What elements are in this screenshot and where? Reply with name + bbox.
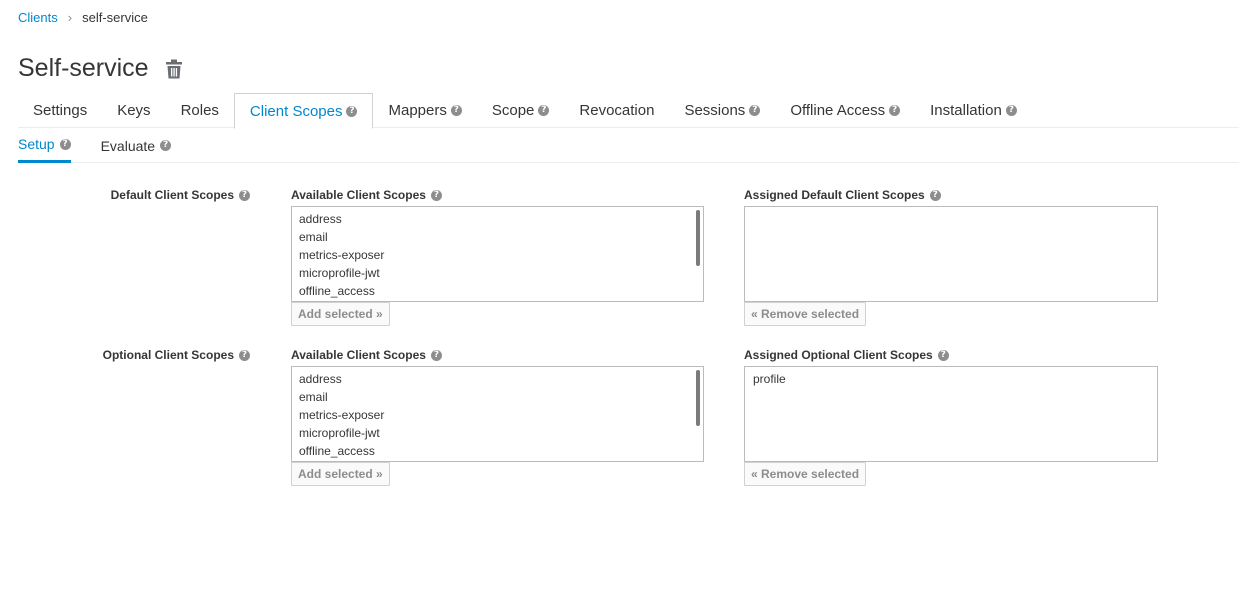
subtab-setup[interactable]: Setup ? [18,130,71,163]
tab-settings[interactable]: Settings [18,93,102,128]
tab-sessions[interactable]: Sessions ? [669,93,775,128]
tab-installation[interactable]: Installation ? [915,93,1032,128]
col-label-text: Available Client Scopes [291,188,426,202]
col-label-text: Available Client Scopes [291,348,426,362]
tab-label: Keys [117,102,151,119]
subtab-label: Evaluate [100,137,156,154]
button-label: « Remove selected [751,307,860,321]
help-icon: ? [749,105,761,116]
sub-tabs: Setup ? Evaluate ? [18,130,1239,163]
help-icon: ? [239,349,250,361]
tab-client-scopes[interactable]: Client Scopes ? [233,93,374,129]
assigned-default-label: Assigned Default Client Scopes ? [744,188,941,202]
tab-label: Client Scopes [249,102,343,120]
assigned-optional-listbox[interactable]: profile [744,366,1158,462]
col-label-text: Assigned Optional Client Scopes [744,348,933,362]
breadcrumb-clients-link[interactable]: Clients [18,10,58,25]
page: Clients › self-service Self-service Sett… [0,0,1239,614]
row-label-text: Optional Client Scopes [102,348,234,362]
breadcrumb-current: self-service [82,10,148,25]
button-label: Add selected » [298,307,383,321]
help-icon: ? [346,105,358,117]
list-option[interactable]: address [292,210,703,228]
tab-keys[interactable]: Keys [102,93,165,128]
list-option[interactable]: metrics-exposer [292,406,703,424]
help-icon: ? [160,140,172,151]
help-icon: ? [239,189,250,201]
help-icon: ? [929,189,941,201]
list-option[interactable]: microprofile-jwt [292,264,703,282]
list-option[interactable]: offline_access [292,442,703,460]
subtab-label: Setup [18,136,55,152]
assigned-optional-label: Assigned Optional Client Scopes ? [744,348,949,362]
help-icon: ? [538,105,550,116]
list-option[interactable]: metrics-exposer [292,246,703,264]
breadcrumb-separator: › [67,10,73,25]
help-icon: ? [450,105,462,116]
scrollbar[interactable] [696,210,700,266]
page-header: Self-service [18,54,183,83]
tab-label: Revocation [579,102,655,119]
help-icon: ? [430,349,442,361]
default-remove-selected-button[interactable]: « Remove selected [744,302,867,326]
tab-label: Installation [930,102,1002,119]
tab-roles[interactable]: Roles [166,93,234,128]
list-option[interactable]: offline_access [292,282,703,300]
optional-remove-selected-button[interactable]: « Remove selected [744,462,867,486]
tab-scope[interactable]: Scope ? [477,93,565,128]
optional-available-listbox[interactable]: address email metrics-exposer microprofi… [291,366,704,462]
tab-mappers[interactable]: Mappers ? [373,93,476,128]
list-option[interactable]: email [292,228,703,246]
col-label-text: Assigned Default Client Scopes [744,188,925,202]
default-client-scopes-label: Default Client Scopes ? [10,188,250,202]
page-title: Self-service [18,54,149,82]
tab-revocation[interactable]: Revocation [564,93,669,128]
list-option[interactable]: microprofile-jwt [292,424,703,442]
subtab-evaluate[interactable]: Evaluate ? [100,130,172,163]
tab-label: Sessions [684,102,746,119]
breadcrumb: Clients › self-service [18,10,148,25]
tab-label: Scope [491,102,535,119]
help-icon: ? [937,349,949,361]
trash-icon[interactable] [165,59,183,79]
help-icon: ? [430,189,442,201]
help-icon: ? [59,138,71,150]
default-add-selected-button[interactable]: Add selected » [291,302,390,326]
tab-label: Mappers [388,102,447,119]
default-available-listbox[interactable]: address email metrics-exposer microprofi… [291,206,704,302]
scrollbar[interactable] [696,370,700,426]
tab-label: Offline Access [790,102,886,119]
row-label-text: Default Client Scopes [110,188,234,202]
button-label: « Remove selected [751,467,860,481]
list-option[interactable]: email [292,388,703,406]
optional-available-label: Available Client Scopes ? [291,348,442,362]
assigned-default-listbox[interactable] [744,206,1158,302]
default-available-label: Available Client Scopes ? [291,188,442,202]
list-option[interactable]: address [292,370,703,388]
help-icon: ? [889,105,901,116]
optional-client-scopes-label: Optional Client Scopes ? [10,348,250,362]
main-tabs: Settings Keys Roles Client Scopes ? Mapp… [18,93,1239,129]
tab-offline-access[interactable]: Offline Access ? [775,93,915,128]
tab-label: Roles [180,102,219,119]
optional-add-selected-button[interactable]: Add selected » [291,462,390,486]
tab-label: Settings [33,102,88,119]
button-label: Add selected » [298,467,383,481]
list-option[interactable]: profile [745,370,1157,388]
help-icon: ? [1005,105,1017,116]
